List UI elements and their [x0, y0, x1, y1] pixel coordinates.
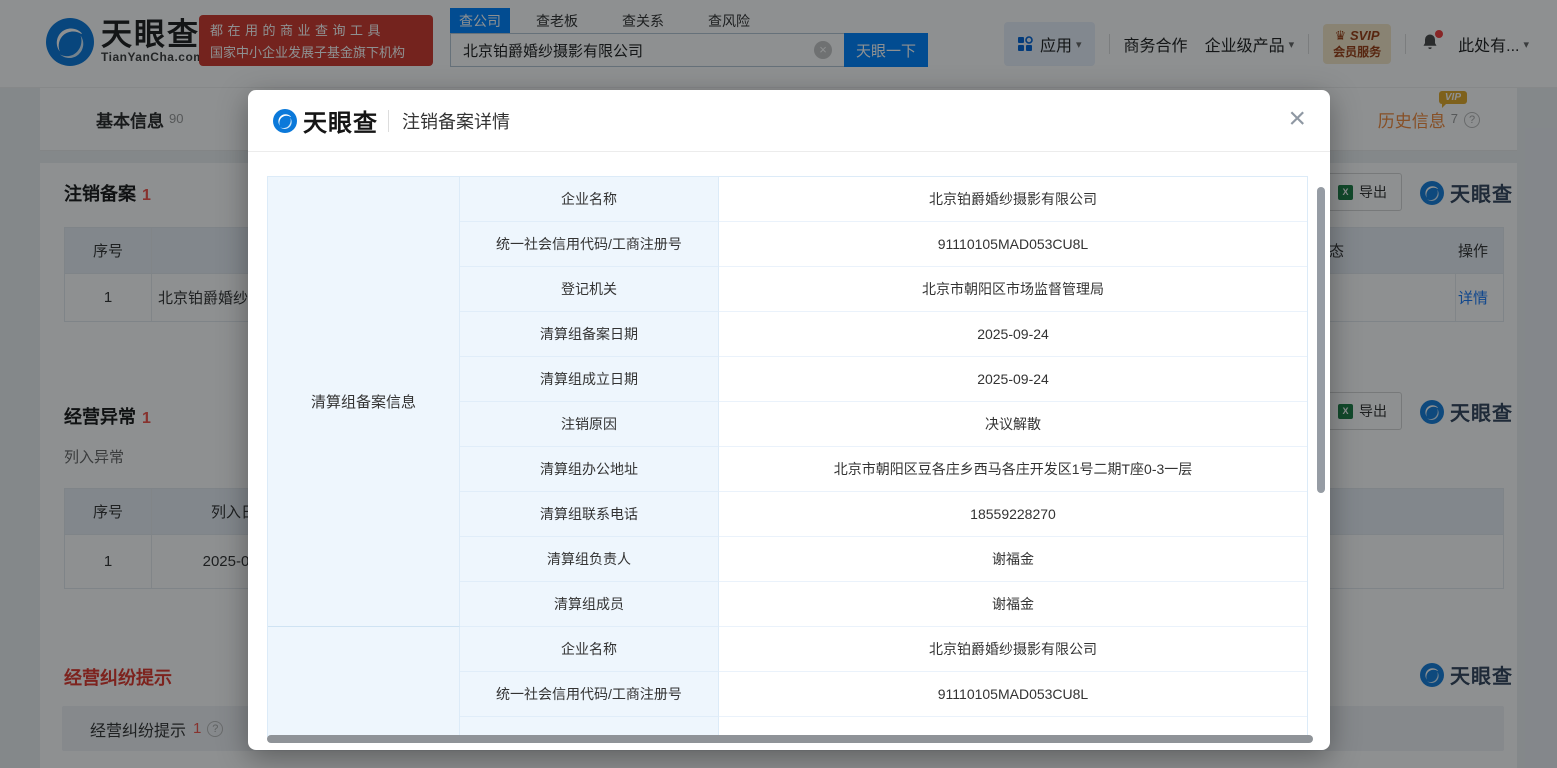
tianyancha-logo-icon [273, 109, 297, 133]
detail-label: 统一社会信用代码/工商注册号 [460, 672, 719, 717]
detail-label: 企业名称 [460, 627, 719, 672]
detail-row: 登记机关北京市朝阳区市场监督管理局 [460, 267, 1307, 312]
detail-row: 清算组办公地址北京市朝阳区豆各庄乡西马各庄开发区1号二期T座0-3一层 [460, 447, 1307, 492]
detail-row: 清算组联系电话18559228270 [460, 492, 1307, 537]
detail-value: 谢福金 [719, 537, 1307, 582]
group-label-cell [268, 627, 460, 737]
screen: 天眼查 TianYanCha.com 都在用的商业查询工具 国家中小企业发展子基… [0, 0, 1557, 768]
detail-value: 决议解散 [719, 402, 1307, 447]
detail-value: 18559228270 [719, 492, 1307, 537]
detail-group-1: 清算组备案信息企业名称北京铂爵婚纱摄影有限公司统一社会信用代码/工商注册号911… [268, 177, 1307, 627]
group-label-cell: 清算组备案信息 [268, 177, 460, 627]
detail-label [460, 717, 719, 737]
detail-value: 谢福金 [719, 582, 1307, 627]
divider [388, 110, 389, 132]
modal-header: 天眼查 注销备案详情 × [248, 90, 1330, 152]
detail-value: 91110105MAD053CU8L [719, 672, 1307, 717]
group-rows: 企业名称北京铂爵婚纱摄影有限公司统一社会信用代码/工商注册号91110105MA… [460, 177, 1307, 627]
detail-label: 注销原因 [460, 402, 719, 447]
detail-label: 清算组成立日期 [460, 357, 719, 402]
detail-row: 企业名称北京铂爵婚纱摄影有限公司 [460, 627, 1307, 672]
detail-value [719, 717, 1307, 737]
detail-label: 登记机关 [460, 267, 719, 312]
close-icon[interactable]: × [1288, 104, 1306, 134]
detail-group-2: 企业名称北京铂爵婚纱摄影有限公司统一社会信用代码/工商注册号91110105MA… [268, 627, 1307, 737]
detail-label: 企业名称 [460, 177, 719, 222]
detail-value: 北京市朝阳区市场监督管理局 [719, 267, 1307, 312]
detail-label: 清算组负责人 [460, 537, 719, 582]
detail-row: 清算组备案日期2025-09-24 [460, 312, 1307, 357]
detail-row: 注销原因决议解散 [460, 402, 1307, 447]
detail-row: 统一社会信用代码/工商注册号91110105MAD053CU8L [460, 222, 1307, 267]
detail-row: 清算组负责人谢福金 [460, 537, 1307, 582]
detail-table: 清算组备案信息企业名称北京铂爵婚纱摄影有限公司统一社会信用代码/工商注册号911… [267, 176, 1308, 737]
cancellation-detail-modal: 天眼查 注销备案详情 × 清算组备案信息企业名称北京铂爵婚纱摄影有限公司统一社会… [248, 90, 1330, 750]
detail-value: 北京市朝阳区豆各庄乡西马各庄开发区1号二期T座0-3一层 [719, 447, 1307, 492]
modal-title: 注销备案详情 [402, 108, 510, 134]
detail-label: 清算组办公地址 [460, 447, 719, 492]
detail-value: 2025-09-24 [719, 312, 1307, 357]
detail-value: 北京铂爵婚纱摄影有限公司 [719, 627, 1307, 672]
detail-value: 2025-09-24 [719, 357, 1307, 402]
detail-row-clipped [460, 717, 1307, 737]
detail-row: 企业名称北京铂爵婚纱摄影有限公司 [460, 177, 1307, 222]
modal-brand: 天眼查 [303, 103, 378, 138]
detail-label: 清算组成员 [460, 582, 719, 627]
detail-label: 清算组联系电话 [460, 492, 719, 537]
detail-row: 清算组成立日期2025-09-24 [460, 357, 1307, 402]
modal-vertical-scrollbar[interactable] [1317, 187, 1325, 493]
modal-horizontal-scrollbar[interactable] [267, 735, 1313, 743]
detail-row: 清算组成员谢福金 [460, 582, 1307, 627]
detail-row: 统一社会信用代码/工商注册号91110105MAD053CU8L [460, 672, 1307, 717]
detail-label: 清算组备案日期 [460, 312, 719, 357]
detail-value: 91110105MAD053CU8L [719, 222, 1307, 267]
detail-label: 统一社会信用代码/工商注册号 [460, 222, 719, 267]
detail-value: 北京铂爵婚纱摄影有限公司 [719, 177, 1307, 222]
group-rows: 企业名称北京铂爵婚纱摄影有限公司统一社会信用代码/工商注册号91110105MA… [460, 627, 1307, 737]
